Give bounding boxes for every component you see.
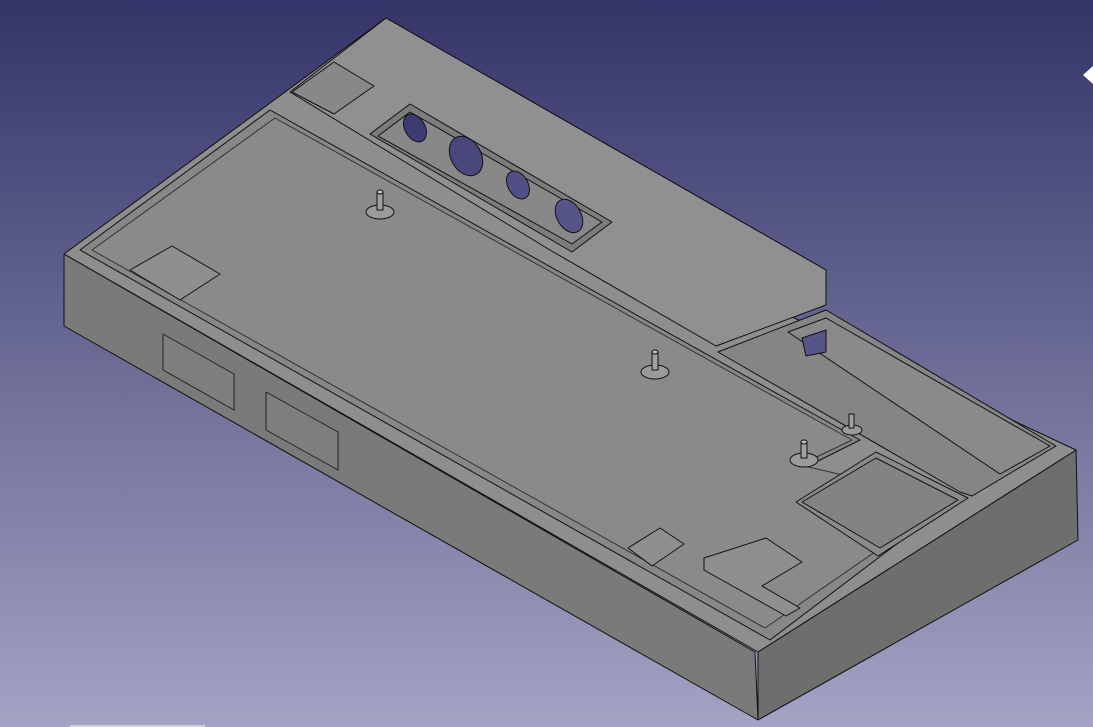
navigation-cube-arrow-icon[interactable]: [1083, 66, 1093, 84]
3d-scene[interactable]: [0, 0, 1093, 727]
3d-viewport[interactable]: [0, 0, 1093, 727]
